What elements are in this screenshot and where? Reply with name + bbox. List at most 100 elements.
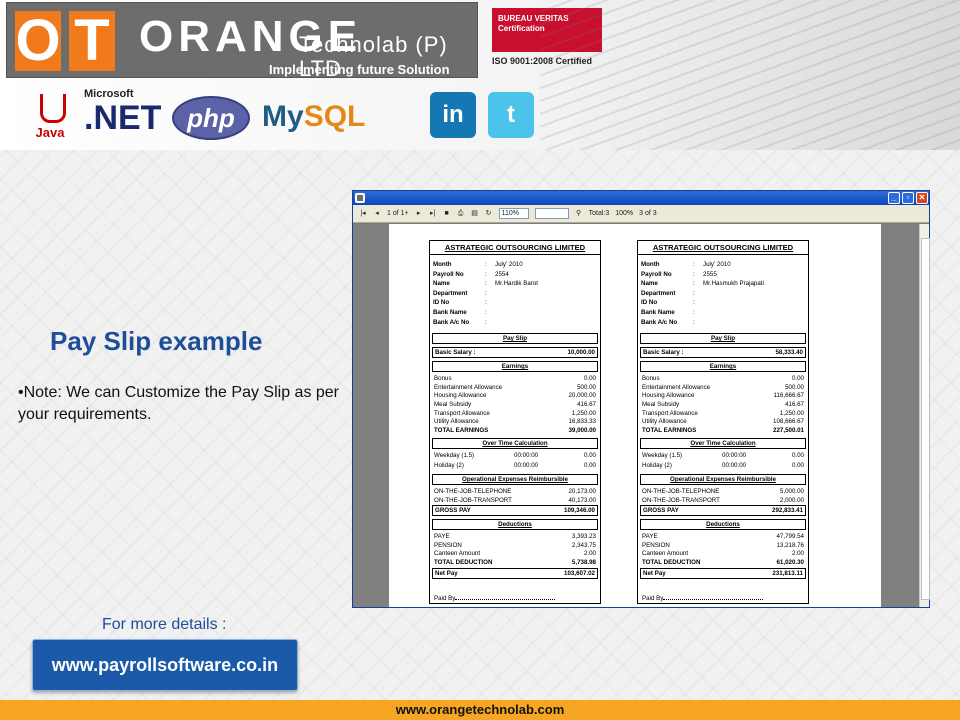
net-label: .NET (84, 99, 162, 137)
info-row: Name: Mr.Hardik Barot (433, 280, 597, 290)
prev-page-icon[interactable]: ◂ (373, 209, 381, 219)
info-key: Month (433, 261, 452, 268)
report-viewer-window: ▦ _ ▫ ✕ |◂ ◂ 1 of 1+ ▸ ▸| ■ ⎙ ▤ ↻ 110% ⚲… (352, 190, 930, 608)
earning-row: Entertainment Allowance 500.00 (430, 384, 600, 393)
linkedin-icon[interactable]: in (430, 92, 476, 138)
info-row: ID No: (641, 299, 805, 309)
info-key: Department (641, 289, 676, 297)
footer-url[interactable]: www.orangetechnolab.com (0, 700, 960, 720)
tagline: Implementing future Solution (269, 62, 450, 77)
vertical-scrollbar[interactable] (919, 224, 930, 607)
earning-row: Meal Subsidy 416.67 (430, 401, 600, 410)
earning-name: Bonus (434, 375, 452, 383)
info-row: Bank A/c No: (641, 319, 805, 329)
binoculars-icon[interactable]: ⚲ (575, 209, 583, 219)
header-banner: O T ORANGE Technolab (P) LTD Implementin… (0, 0, 960, 150)
total-deduction-row: TOTAL DEDUCTION 61,020.30 (638, 559, 808, 568)
info-key: Department (433, 289, 468, 297)
section-pay-slip: Pay Slip (432, 333, 598, 345)
section-reimbursible: Operational Expenses Reimbursible (432, 474, 598, 486)
reimbursement-row: ON-THE-JOB-TELEPHONE 5,000.00 (638, 488, 808, 497)
info-key: Bank Name (641, 308, 675, 316)
earning-value: 108,666.67 (773, 418, 804, 426)
deduction-row: Canteen Amount 2.00 (430, 550, 600, 559)
deduction-name: Canteen Amount (642, 550, 689, 558)
minimize-button[interactable]: _ (888, 192, 900, 204)
section-deductions: Deductions (432, 519, 598, 531)
refresh-icon[interactable]: ↻ (485, 209, 493, 219)
mysql-logo: MySQL (262, 100, 365, 134)
overtime-time: 00:00:00 (722, 452, 747, 460)
earning-name: Utility Allowance (642, 418, 687, 426)
total-earnings-label: TOTAL EARNINGS (434, 426, 489, 434)
dotnet-logo: Microsoft .NET (84, 88, 164, 142)
page-indicator: 1 of 1+ (387, 209, 409, 217)
section-overtime: Over Time Calculation (640, 438, 806, 450)
payroll-website-button[interactable]: www.payrollsoftware.co.in (32, 639, 298, 691)
info-value: Mr.Hasmukh Prajapati (703, 280, 764, 288)
zoom-select[interactable]: 110% (498, 208, 529, 219)
info-colon: : (693, 280, 695, 288)
next-page-icon[interactable]: ▸ (415, 209, 423, 219)
section-earnings: Earnings (432, 361, 598, 373)
deduction-name: PENSION (434, 541, 462, 549)
stop-icon[interactable]: ■ (443, 209, 451, 219)
print-icon[interactable]: ⎙ (457, 209, 465, 219)
info-colon: : (485, 261, 487, 268)
first-page-icon[interactable]: |◂ (359, 209, 367, 219)
earning-name: Utility Allowance (434, 418, 479, 426)
find-input[interactable] (534, 208, 569, 219)
reimbursement-name: ON-THE-JOB-TELEPHONE (434, 488, 512, 496)
close-button[interactable]: ✕ (916, 192, 928, 204)
note-text: •Note: We can Customize the Pay Slip as … (18, 384, 340, 423)
earning-row: Bonus 0.00 (638, 375, 808, 384)
earning-value: 0.00 (583, 375, 596, 383)
earning-value: 16,833.33 (568, 418, 596, 426)
info-value: July' 2010 (703, 261, 731, 268)
deduction-name: PENSION (642, 541, 670, 549)
last-page-icon[interactable]: ▸| (429, 209, 437, 219)
report-area: ASTRATEGIC OUTSOURCING LIMITED Month: July… (353, 224, 920, 607)
earning-value: 1,250.00 (571, 409, 596, 417)
employee-info: Month: July' 2010 Payroll No:2555 Name: Mr.H… (638, 255, 808, 330)
twitter-icon[interactable]: t (488, 92, 534, 138)
total-earnings-value: 39,000.00 (568, 426, 596, 434)
earning-value: 116,666.67 (773, 392, 804, 400)
overtime-value: 0.00 (791, 461, 804, 469)
total-earnings-row: TOTAL EARNINGS 227,500.01 (638, 427, 808, 436)
earning-value: 1,250.00 (779, 409, 804, 417)
info-value: Mr.Hardik Barot (495, 280, 538, 288)
export-icon[interactable]: ▤ (471, 209, 479, 219)
basic-salary-colon: : (679, 349, 684, 357)
earning-name: Transport Allowance (434, 409, 490, 417)
gross-pay-value: 109,346.00 (564, 507, 595, 515)
info-row: Bank Name: (433, 309, 597, 319)
iso-certification-text: ISO 9001:2008 Certified (492, 56, 593, 66)
earning-row: Transport Allowance 1,250.00 (430, 410, 600, 419)
deduction-row: Canteen Amount 2.00 (638, 550, 808, 559)
employee-info: Month: July' 2010 Payroll No:2554 Name: Mr.H… (430, 255, 600, 330)
info-row: Department: (433, 290, 597, 300)
deduction-name: PAYE (434, 533, 450, 541)
payslip: ASTRATEGIC OUTSOURCING LIMITED Month: July… (429, 240, 601, 604)
overtime-row: Weekday (1.5) 00:00:00 0.00 (430, 452, 600, 461)
earning-row: Housing Allowance 20,000.00 (430, 392, 600, 401)
earning-value: 500.00 (785, 383, 804, 391)
bureau-veritas-logo: BUREAU VERITAS Certification (492, 8, 602, 52)
maximize-button[interactable]: ▫ (902, 192, 914, 204)
record-count: 3 of 3 (639, 209, 657, 217)
overtime-time: 00:00:00 (514, 452, 539, 460)
basic-salary-text: Basic Salary (643, 349, 680, 357)
deduction-row: PENSION 2,343.75 (430, 542, 600, 551)
paid-by-line (455, 598, 556, 600)
reimbursement-name: ON-THE-JOB-TRANSPORT (642, 496, 720, 504)
gross-pay-value: 292,833.41 (772, 507, 803, 515)
gross-pay-row: GROSS PAY 292,833.41 (640, 505, 806, 517)
company-name: ASTRATEGIC OUTSOURCING LIMITED (430, 241, 600, 255)
page-title: Pay Slip example (50, 326, 263, 356)
info-colon: : (485, 280, 487, 288)
reimbursement-row: ON-THE-JOB-TRANSPORT 2,000.00 (638, 497, 808, 506)
earning-row: Entertainment Allowance 500.00 (638, 384, 808, 393)
info-colon: : (485, 308, 487, 316)
info-row: Bank Name: (641, 309, 805, 319)
